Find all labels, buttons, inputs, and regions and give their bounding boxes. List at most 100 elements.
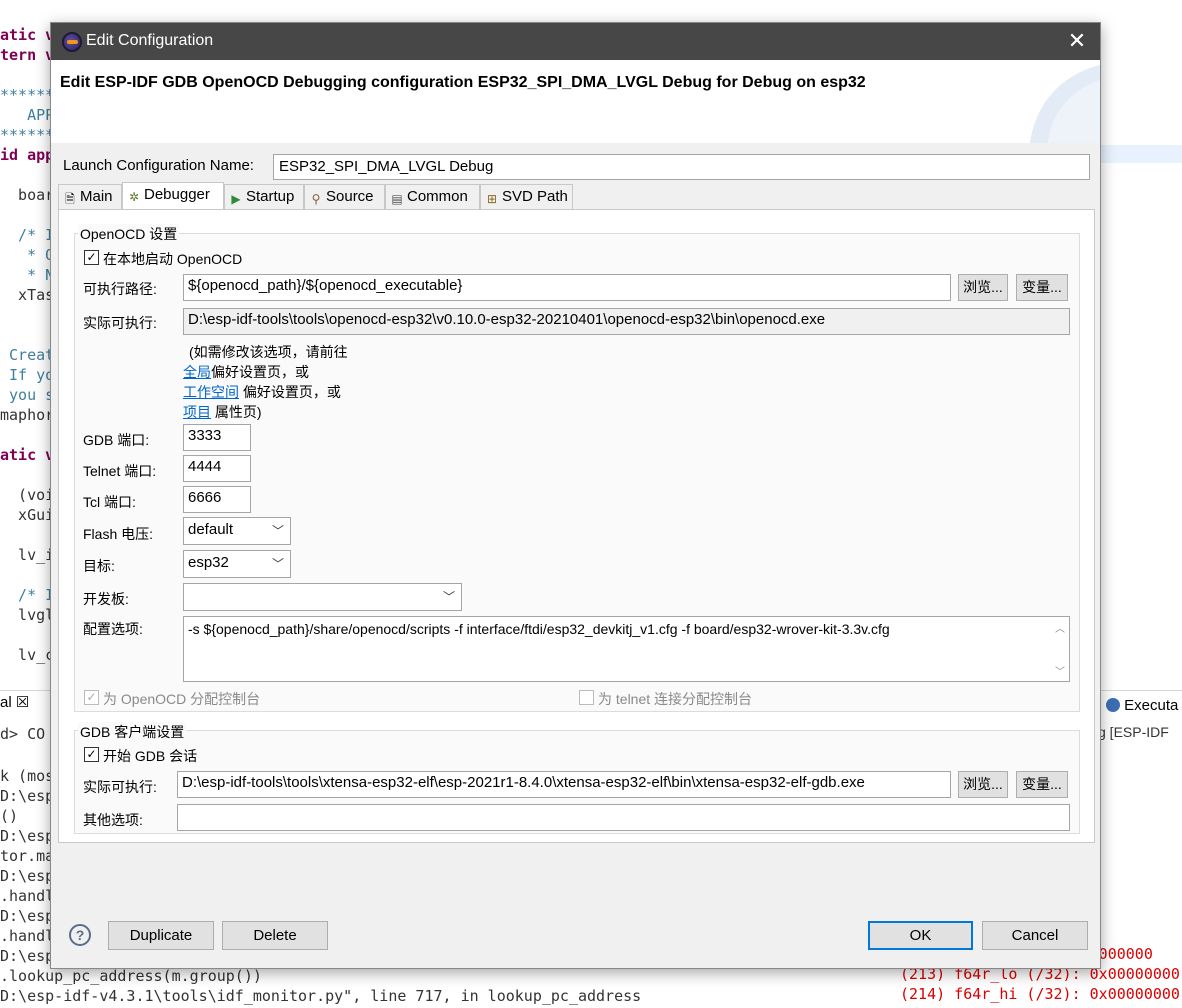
exec-path-input[interactable]: ${openocd_path}/${openocd_executable} bbox=[183, 274, 951, 301]
flash-voltage-value: default bbox=[188, 521, 234, 538]
preference-note-line2: 全局偏好设置页，或 bbox=[183, 362, 309, 382]
tcl-port-input[interactable]: 6666 bbox=[183, 486, 251, 513]
preference-note-line4: 项目 属性页) bbox=[183, 402, 262, 422]
tab-svd-path[interactable]: ⊞ SVD Path bbox=[480, 184, 573, 210]
tab-source-label: Source bbox=[326, 188, 374, 205]
editor-code-line: lvgl bbox=[0, 606, 55, 624]
duplicate-button[interactable]: Duplicate bbox=[108, 921, 214, 950]
executables-tab[interactable]: Executa bbox=[1106, 697, 1178, 714]
gdb-browse-button[interactable]: 浏览... bbox=[958, 771, 1008, 798]
editor-code-line: * N bbox=[0, 266, 55, 284]
start-gdb-session-label: 开始 GDB 会话 bbox=[103, 748, 198, 764]
help-icon[interactable]: ? bbox=[69, 924, 91, 946]
flash-voltage-select[interactable]: default ﹀ bbox=[183, 517, 291, 545]
start-gdb-session-checkbox[interactable]: ✓ bbox=[84, 747, 99, 762]
debugger-tab-pane: OpenOCD 设置 ✓ 在本地启动 OpenOCD 可执行路径: ${open… bbox=[58, 209, 1095, 843]
tab-startup-label: Startup bbox=[246, 188, 295, 205]
tab-svd-path-label: SVD Path bbox=[502, 188, 568, 205]
delete-button[interactable]: Delete bbox=[222, 921, 328, 950]
start-openocd-checkbox[interactable]: ✓ bbox=[84, 250, 99, 265]
source-icon: ⚲ bbox=[311, 192, 321, 206]
console-tab[interactable]: al ☒ bbox=[0, 693, 29, 711]
config-options-textarea[interactable]: -s ${openocd_path}/share/openocd/scripts… bbox=[183, 616, 1070, 682]
global-link[interactable]: 全局 bbox=[183, 364, 211, 380]
project-link[interactable]: 项目 bbox=[183, 404, 211, 420]
chevron-down-icon: ﹀ bbox=[271, 557, 284, 571]
editor-code-line: id app bbox=[0, 146, 55, 164]
global-link-rest: 偏好设置页，或 bbox=[211, 364, 309, 380]
chevron-down-icon: ﹀ bbox=[442, 590, 455, 604]
console-output-line: D:\esp bbox=[0, 947, 55, 965]
play-icon: ▶ bbox=[231, 192, 241, 206]
scroll-down-icon: ﹀ bbox=[1055, 667, 1065, 678]
gdb-actual-exec-input[interactable]: D:\esp-idf-tools\tools\xtensa-esp32-elf\… bbox=[177, 771, 951, 798]
preference-note-line1: (如需修改该选项，请前往 bbox=[189, 344, 348, 360]
editor-code-line: /* I bbox=[0, 586, 55, 604]
board-select[interactable]: ﹀ bbox=[183, 583, 462, 611]
tab-debugger[interactable]: ✲ Debugger bbox=[122, 182, 224, 211]
gdb-port-label: GDB 端口: bbox=[83, 432, 150, 448]
eclipse-icon bbox=[62, 32, 82, 52]
editor-code-line: you s bbox=[0, 386, 55, 404]
telnet-port-label: Telnet 端口: bbox=[83, 463, 157, 479]
launch-config-name-label: Launch Configuration Name: bbox=[63, 157, 254, 174]
tcl-port-label: Tcl 端口: bbox=[83, 494, 136, 510]
dialog-header: Edit ESP-IDF GDB OpenOCD Debugging confi… bbox=[51, 60, 1100, 143]
header-banner-graphic bbox=[1030, 65, 1100, 143]
telnet-console-checkbox[interactable] bbox=[579, 690, 594, 705]
executables-icon bbox=[1106, 698, 1120, 712]
actual-exec-label: 实际可执行: bbox=[83, 315, 157, 331]
gdb-client-group-title: GDB 客户端设置 bbox=[78, 722, 187, 742]
editor-code-line: atic v bbox=[0, 446, 55, 464]
start-openocd-label: 在本地启动 OpenOCD bbox=[103, 251, 243, 267]
tab-common[interactable]: ▤ Common bbox=[385, 184, 480, 210]
editor-code-line: APP bbox=[0, 106, 55, 124]
editor-code-line: /* I bbox=[0, 226, 55, 244]
editor-code-line: (voi bbox=[0, 486, 55, 504]
workspace-link[interactable]: 工作空间 bbox=[183, 384, 239, 400]
exec-path-label: 可执行路径: bbox=[83, 281, 157, 297]
preference-note-line3: 工作空间 偏好设置页，或 bbox=[183, 382, 341, 402]
chevron-down-icon: ﹀ bbox=[271, 524, 284, 538]
cancel-button[interactable]: Cancel bbox=[982, 921, 1088, 950]
telnet-port-input[interactable]: 4444 bbox=[183, 455, 251, 482]
allocate-openocd-console-label: 为 OpenOCD 分配控制台 bbox=[103, 691, 261, 707]
edit-configuration-dialog: Edit Configuration ✕ Edit ESP-IDF GDB Op… bbox=[50, 22, 1101, 969]
tab-debugger-label: Debugger bbox=[144, 186, 210, 203]
editor-code-line: lv_c bbox=[0, 646, 55, 664]
config-options-label: 配置选项: bbox=[83, 621, 143, 637]
console-output-line: D:\esp bbox=[0, 787, 55, 805]
variables-button[interactable]: 变量... bbox=[1016, 274, 1068, 301]
gdb-variables-button[interactable]: 变量... bbox=[1016, 771, 1068, 798]
browse-button[interactable]: 浏览... bbox=[958, 274, 1008, 301]
openocd-group-title: OpenOCD 设置 bbox=[78, 224, 180, 244]
editor-code-line: * O bbox=[0, 246, 55, 264]
console-output-line: tor.ma bbox=[0, 847, 55, 865]
target-value: esp32 bbox=[188, 554, 229, 571]
other-options-input[interactable] bbox=[177, 804, 1070, 831]
document-icon: 🗎 bbox=[65, 192, 75, 206]
register-output-line: (214) f64r_hi (/32): 0x00000000 bbox=[900, 985, 1180, 1003]
close-icon[interactable]: ✕ bbox=[1064, 28, 1090, 54]
project-link-rest: 属性页) bbox=[211, 404, 262, 420]
target-select[interactable]: esp32 ﹀ bbox=[183, 550, 291, 578]
editor-code-line: lv_i bbox=[0, 546, 55, 564]
dialog-title: Edit Configuration bbox=[86, 32, 214, 49]
ok-button[interactable]: OK bbox=[868, 921, 973, 950]
console-output-line: () bbox=[0, 807, 19, 825]
allocate-openocd-console-checkbox[interactable]: ✓ bbox=[84, 690, 99, 705]
svd-icon: ⊞ bbox=[486, 192, 498, 206]
other-options-label: 其他选项: bbox=[83, 812, 143, 828]
launch-config-name-input[interactable]: ESP32_SPI_DMA_LVGL Debug bbox=[273, 154, 1090, 180]
gdb-port-input[interactable]: 3333 bbox=[183, 424, 251, 451]
tab-main[interactable]: 🗎 Main bbox=[58, 184, 122, 210]
tab-startup[interactable]: ▶ Startup bbox=[224, 184, 304, 210]
console-output-line: .lookup_pc_address(m.group()) bbox=[0, 967, 262, 985]
config-options-scrollbar[interactable]: ︿ ﹀ bbox=[1052, 617, 1069, 681]
dialog-titlebar: Edit Configuration ✕ bbox=[51, 23, 1100, 60]
tab-main-label: Main bbox=[80, 188, 113, 205]
tab-source[interactable]: ⚲ Source bbox=[304, 184, 385, 210]
tab-common-label: Common bbox=[407, 188, 468, 205]
console-output-line: D:\esp bbox=[0, 907, 55, 925]
config-options-value: -s ${openocd_path}/share/openocd/scripts… bbox=[188, 621, 890, 637]
